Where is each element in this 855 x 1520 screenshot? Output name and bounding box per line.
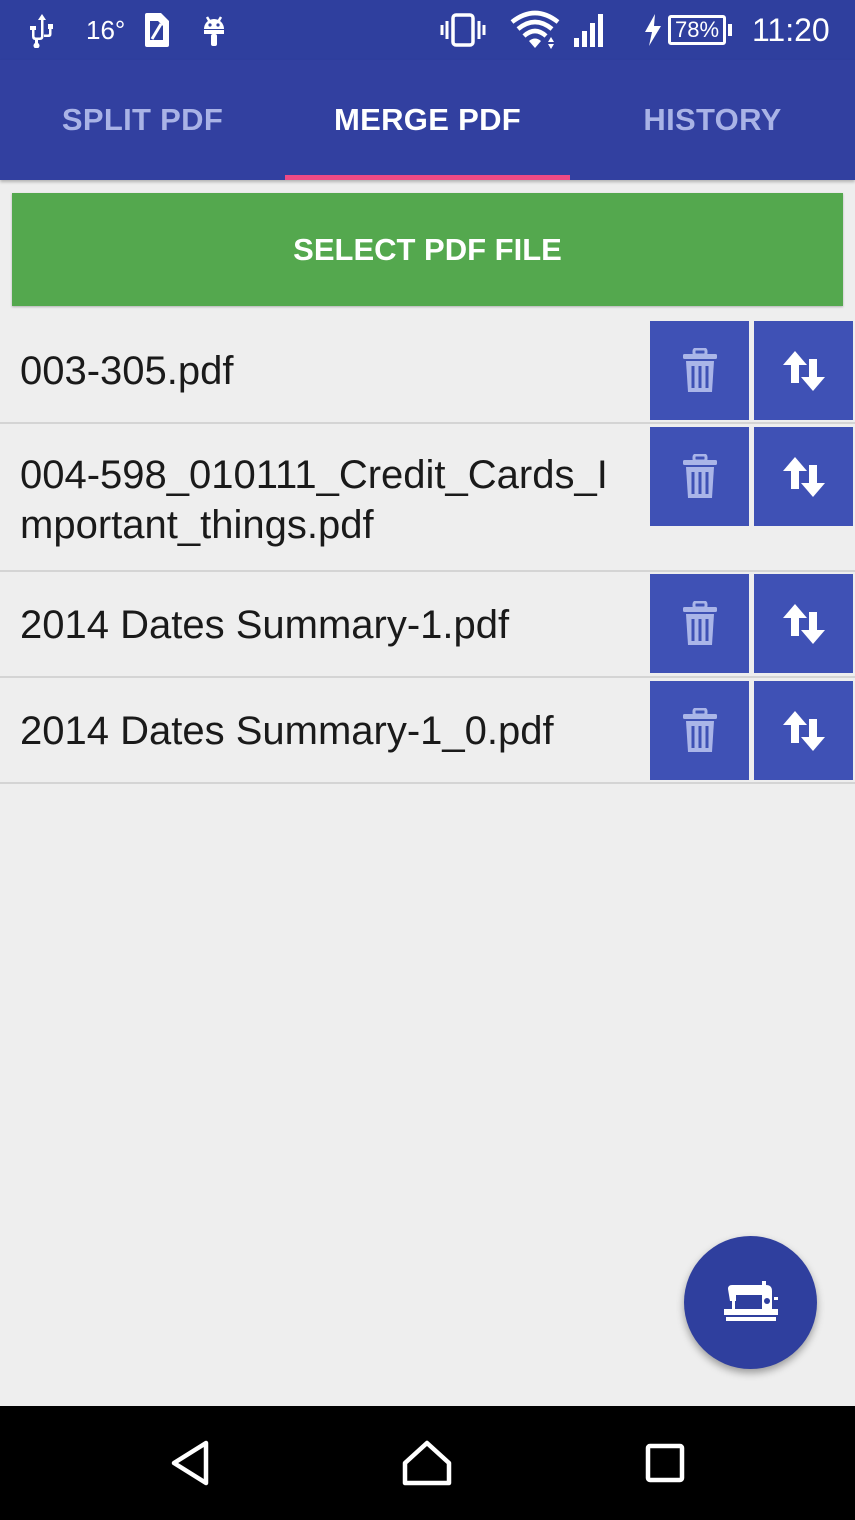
trash-icon (682, 453, 717, 498)
weather-icon: 16° (86, 0, 125, 60)
trash-icon (682, 600, 717, 645)
swap-vertical-icon (782, 350, 825, 391)
trash-icon (682, 707, 717, 752)
vibrate-icon (440, 0, 486, 60)
select-pdf-file-button[interactable]: SELECT PDF FILE (12, 193, 843, 306)
clock: 11:20 (752, 11, 830, 48)
file-row: 2014 Dates Summary-1_0.pdf (0, 678, 855, 784)
file-row: 004-598_010111_Credit_Cards_Important_th… (0, 424, 855, 572)
tab-split-pdf[interactable]: SPLIT PDF (0, 60, 285, 180)
swap-vertical-icon (782, 456, 825, 497)
home-button[interactable] (367, 1406, 487, 1520)
android-icon (199, 0, 229, 60)
back-icon (171, 1440, 209, 1486)
battery-percent: 78% (668, 15, 727, 45)
file-name: 003-305.pdf (20, 349, 234, 393)
recents-button[interactable] (605, 1406, 725, 1520)
file-name: 004-598_010111_Credit_Cards_Important_th… (20, 453, 608, 547)
back-button[interactable] (130, 1406, 250, 1520)
charging-icon (642, 0, 664, 60)
temperature-text: 16° (86, 14, 126, 45)
wifi-icon (510, 0, 560, 60)
reorder-button[interactable] (754, 681, 853, 780)
reorder-button[interactable] (754, 574, 853, 673)
battery-indicator: 78% (668, 0, 733, 60)
home-icon (402, 1440, 452, 1486)
navigation-bar (0, 1406, 855, 1520)
file-row: 003-305.pdf (0, 318, 855, 424)
trash-icon (682, 347, 717, 392)
tab-bar: SPLIT PDF MERGE PDF HISTORY (0, 60, 855, 180)
delete-button[interactable] (650, 574, 749, 673)
signal-icon (571, 0, 609, 60)
delete-button[interactable] (650, 681, 749, 780)
swap-vertical-icon (782, 710, 825, 751)
file-name: 2014 Dates Summary-1.pdf (20, 603, 510, 647)
reorder-button[interactable] (754, 321, 853, 420)
merge-fab-button[interactable] (684, 1236, 817, 1369)
tab-merge-pdf[interactable]: MERGE PDF (285, 60, 570, 180)
recents-icon (645, 1443, 685, 1483)
sewing-machine-icon (723, 1280, 778, 1321)
sim-icon (143, 0, 171, 60)
delete-button[interactable] (650, 427, 749, 526)
delete-button[interactable] (650, 321, 749, 420)
usb-icon (28, 0, 56, 60)
tab-history[interactable]: HISTORY (570, 60, 855, 180)
file-name: 2014 Dates Summary-1_0.pdf (20, 709, 554, 753)
file-row: 2014 Dates Summary-1.pdf (0, 572, 855, 678)
reorder-button[interactable] (754, 427, 853, 526)
status-bar: 16° 78% 11:20 (0, 0, 855, 60)
swap-vertical-icon (782, 603, 825, 644)
